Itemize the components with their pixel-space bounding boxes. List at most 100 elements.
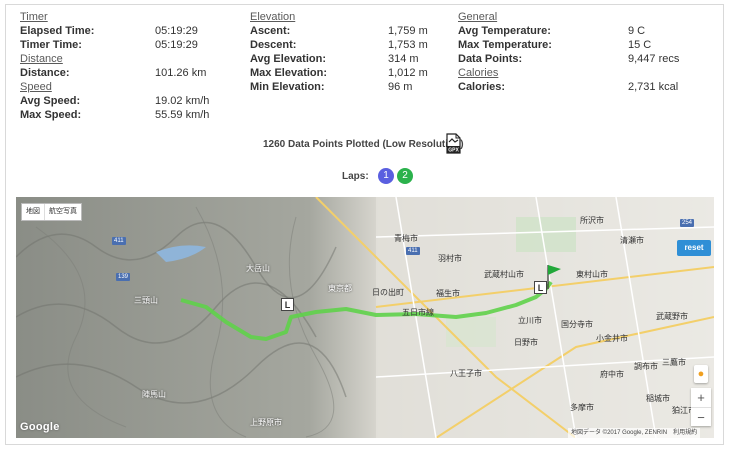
stat-value: 101.26 km xyxy=(155,67,207,79)
stat-label: Max Temperature: xyxy=(458,39,552,51)
map-label: 稲城市 xyxy=(646,394,670,403)
map-label: 東京都 xyxy=(328,284,352,293)
reset-button[interactable]: reset xyxy=(677,240,711,256)
map-type-map-button[interactable]: 地図 xyxy=(22,204,44,220)
map-label: 日の出町 xyxy=(372,288,404,297)
stat-label: Calories: xyxy=(458,81,506,93)
laps-label: Laps: xyxy=(342,171,369,182)
max-elevation-row: Max Elevation: 1,012 m xyxy=(250,66,430,80)
ascent-row: Ascent: 1,759 m xyxy=(250,24,430,38)
distance-section-title[interactable]: Distance xyxy=(20,52,215,66)
map-label: 多摩市 xyxy=(570,403,594,412)
stat-value: 314 m xyxy=(388,53,419,65)
descent-row: Descent: 1,753 m xyxy=(250,38,430,52)
map-label: 国分寺市 xyxy=(561,320,593,329)
map-type-satellite-button[interactable]: 航空写真 xyxy=(44,204,81,220)
map-label: 八王子市 xyxy=(450,369,482,378)
map-label: 所沢市 xyxy=(580,216,604,225)
pegman-icon[interactable]: ● xyxy=(694,365,708,383)
stat-label: Distance: xyxy=(20,67,70,79)
map-type-control: 地図 航空写真 xyxy=(21,203,82,221)
timer-section-title[interactable]: Timer xyxy=(20,10,215,24)
stats-column-right: General Avg Temperature: 9 C Max Tempera… xyxy=(458,10,683,94)
avg-temperature-row: Avg Temperature: 9 C xyxy=(458,24,683,38)
speed-section-title[interactable]: Speed xyxy=(20,80,215,94)
map-label: 上野原市 xyxy=(250,418,282,427)
road-number-badge: 411 xyxy=(112,237,126,245)
stat-label: Avg Speed: xyxy=(20,95,81,107)
map-label: 陣馬山 xyxy=(142,390,166,399)
route-map[interactable]: 地図 航空写真 所沢市 青梅市 羽村市 東村山市 清瀬市 武蔵村山市 東京都 福… xyxy=(16,197,714,438)
stat-value: 55.59 km/h xyxy=(155,109,210,121)
stats-column-left: Timer Elapsed Time: 05:19:29 Timer Time:… xyxy=(20,10,215,122)
stat-label: Max Elevation: xyxy=(250,67,328,79)
map-label: 五日市線 xyxy=(402,308,434,317)
map-label: 武蔵村山市 xyxy=(484,270,524,279)
stat-value: 15 C xyxy=(628,39,652,51)
stat-value: 19.02 km/h xyxy=(155,95,210,107)
stat-value: 1,012 m xyxy=(388,67,428,79)
map-terrain xyxy=(16,197,714,438)
map-label: 三頭山 xyxy=(134,296,158,305)
stat-value: 2,731 kcal xyxy=(628,81,679,93)
stat-label: Avg Elevation: xyxy=(250,53,326,65)
stat-label: Min Elevation: xyxy=(250,81,325,93)
svg-text:GPX: GPX xyxy=(448,147,459,153)
stat-value: 9 C xyxy=(628,25,646,37)
road-number-badge: 139 xyxy=(116,273,131,281)
stat-value: 1,759 m xyxy=(388,25,428,37)
map-label: 大岳山 xyxy=(246,264,270,273)
map-label: 東村山市 xyxy=(576,270,608,279)
lap-marker[interactable]: L xyxy=(281,298,294,311)
road-number-badge: 411 xyxy=(406,247,420,255)
map-label: 調布市 xyxy=(634,362,658,371)
zoom-control: + − xyxy=(691,388,711,426)
map-label: 三鷹市 xyxy=(662,358,686,367)
min-elevation-row: Min Elevation: 96 m xyxy=(250,80,430,94)
stat-value: 96 m xyxy=(388,81,413,93)
stats-column-middle: Elevation Ascent: 1,759 m Descent: 1,753… xyxy=(250,10,430,94)
max-temperature-row: Max Temperature: 15 C xyxy=(458,38,683,52)
map-label: 日野市 xyxy=(514,338,538,347)
map-copyright[interactable]: 地図データ ©2017 Google, ZENRIN 利用規約 xyxy=(568,428,701,438)
map-label: 清瀬市 xyxy=(620,236,644,245)
data-points-row: Data Points: 9,447 recs xyxy=(458,52,683,66)
stat-value: 9,447 recs xyxy=(628,53,680,65)
elapsed-time-row: Elapsed Time: 05:19:29 xyxy=(20,24,215,38)
elevation-section-title[interactable]: Elevation xyxy=(250,10,430,24)
stat-label: Data Points: xyxy=(458,53,523,65)
stat-value: 05:19:29 xyxy=(155,25,198,37)
map-label: 羽村市 xyxy=(438,254,462,263)
stat-label: Max Speed: xyxy=(20,109,82,121)
avg-elevation-row: Avg Elevation: 314 m xyxy=(250,52,430,66)
map-label: 武蔵野市 xyxy=(656,312,688,321)
max-speed-row: Max Speed: 55.59 km/h xyxy=(20,108,215,122)
map-label: 府中市 xyxy=(600,370,624,379)
zoom-in-button[interactable]: + xyxy=(691,388,711,408)
map-label: 小金井市 xyxy=(596,334,628,343)
avg-speed-row: Avg Speed: 19.02 km/h xyxy=(20,94,215,108)
timer-time-row: Timer Time: 05:19:29 xyxy=(20,38,215,52)
map-label: 立川市 xyxy=(518,316,542,325)
data-points-plotted-text: 1260 Data Points Plotted (Low Resolution… xyxy=(263,139,464,150)
stat-label: Avg Temperature: xyxy=(458,25,551,37)
map-label: 青梅市 xyxy=(394,234,418,243)
gpx-file-icon[interactable]: GPX xyxy=(446,133,461,154)
road-number-badge: 254 xyxy=(680,219,695,227)
stat-value: 1,753 m xyxy=(388,39,428,51)
zoom-out-button[interactable]: − xyxy=(691,408,711,427)
general-section-title[interactable]: General xyxy=(458,10,683,24)
lap-2-button[interactable]: 2 xyxy=(397,168,413,184)
stat-label: Elapsed Time: xyxy=(20,25,95,37)
lap-marker[interactable]: L xyxy=(534,281,547,294)
google-logo: Google xyxy=(20,421,60,433)
lap-1-button[interactable]: 1 xyxy=(378,168,394,184)
map-label: 福生市 xyxy=(436,289,460,298)
distance-row: Distance: 101.26 km xyxy=(20,66,215,80)
stat-value: 05:19:29 xyxy=(155,39,198,51)
calories-row: Calories: 2,731 kcal xyxy=(458,80,683,94)
stat-label: Timer Time: xyxy=(20,39,82,51)
calories-section-title[interactable]: Calories xyxy=(458,66,683,80)
stat-label: Descent: xyxy=(250,39,297,51)
stat-label: Ascent: xyxy=(250,25,291,37)
